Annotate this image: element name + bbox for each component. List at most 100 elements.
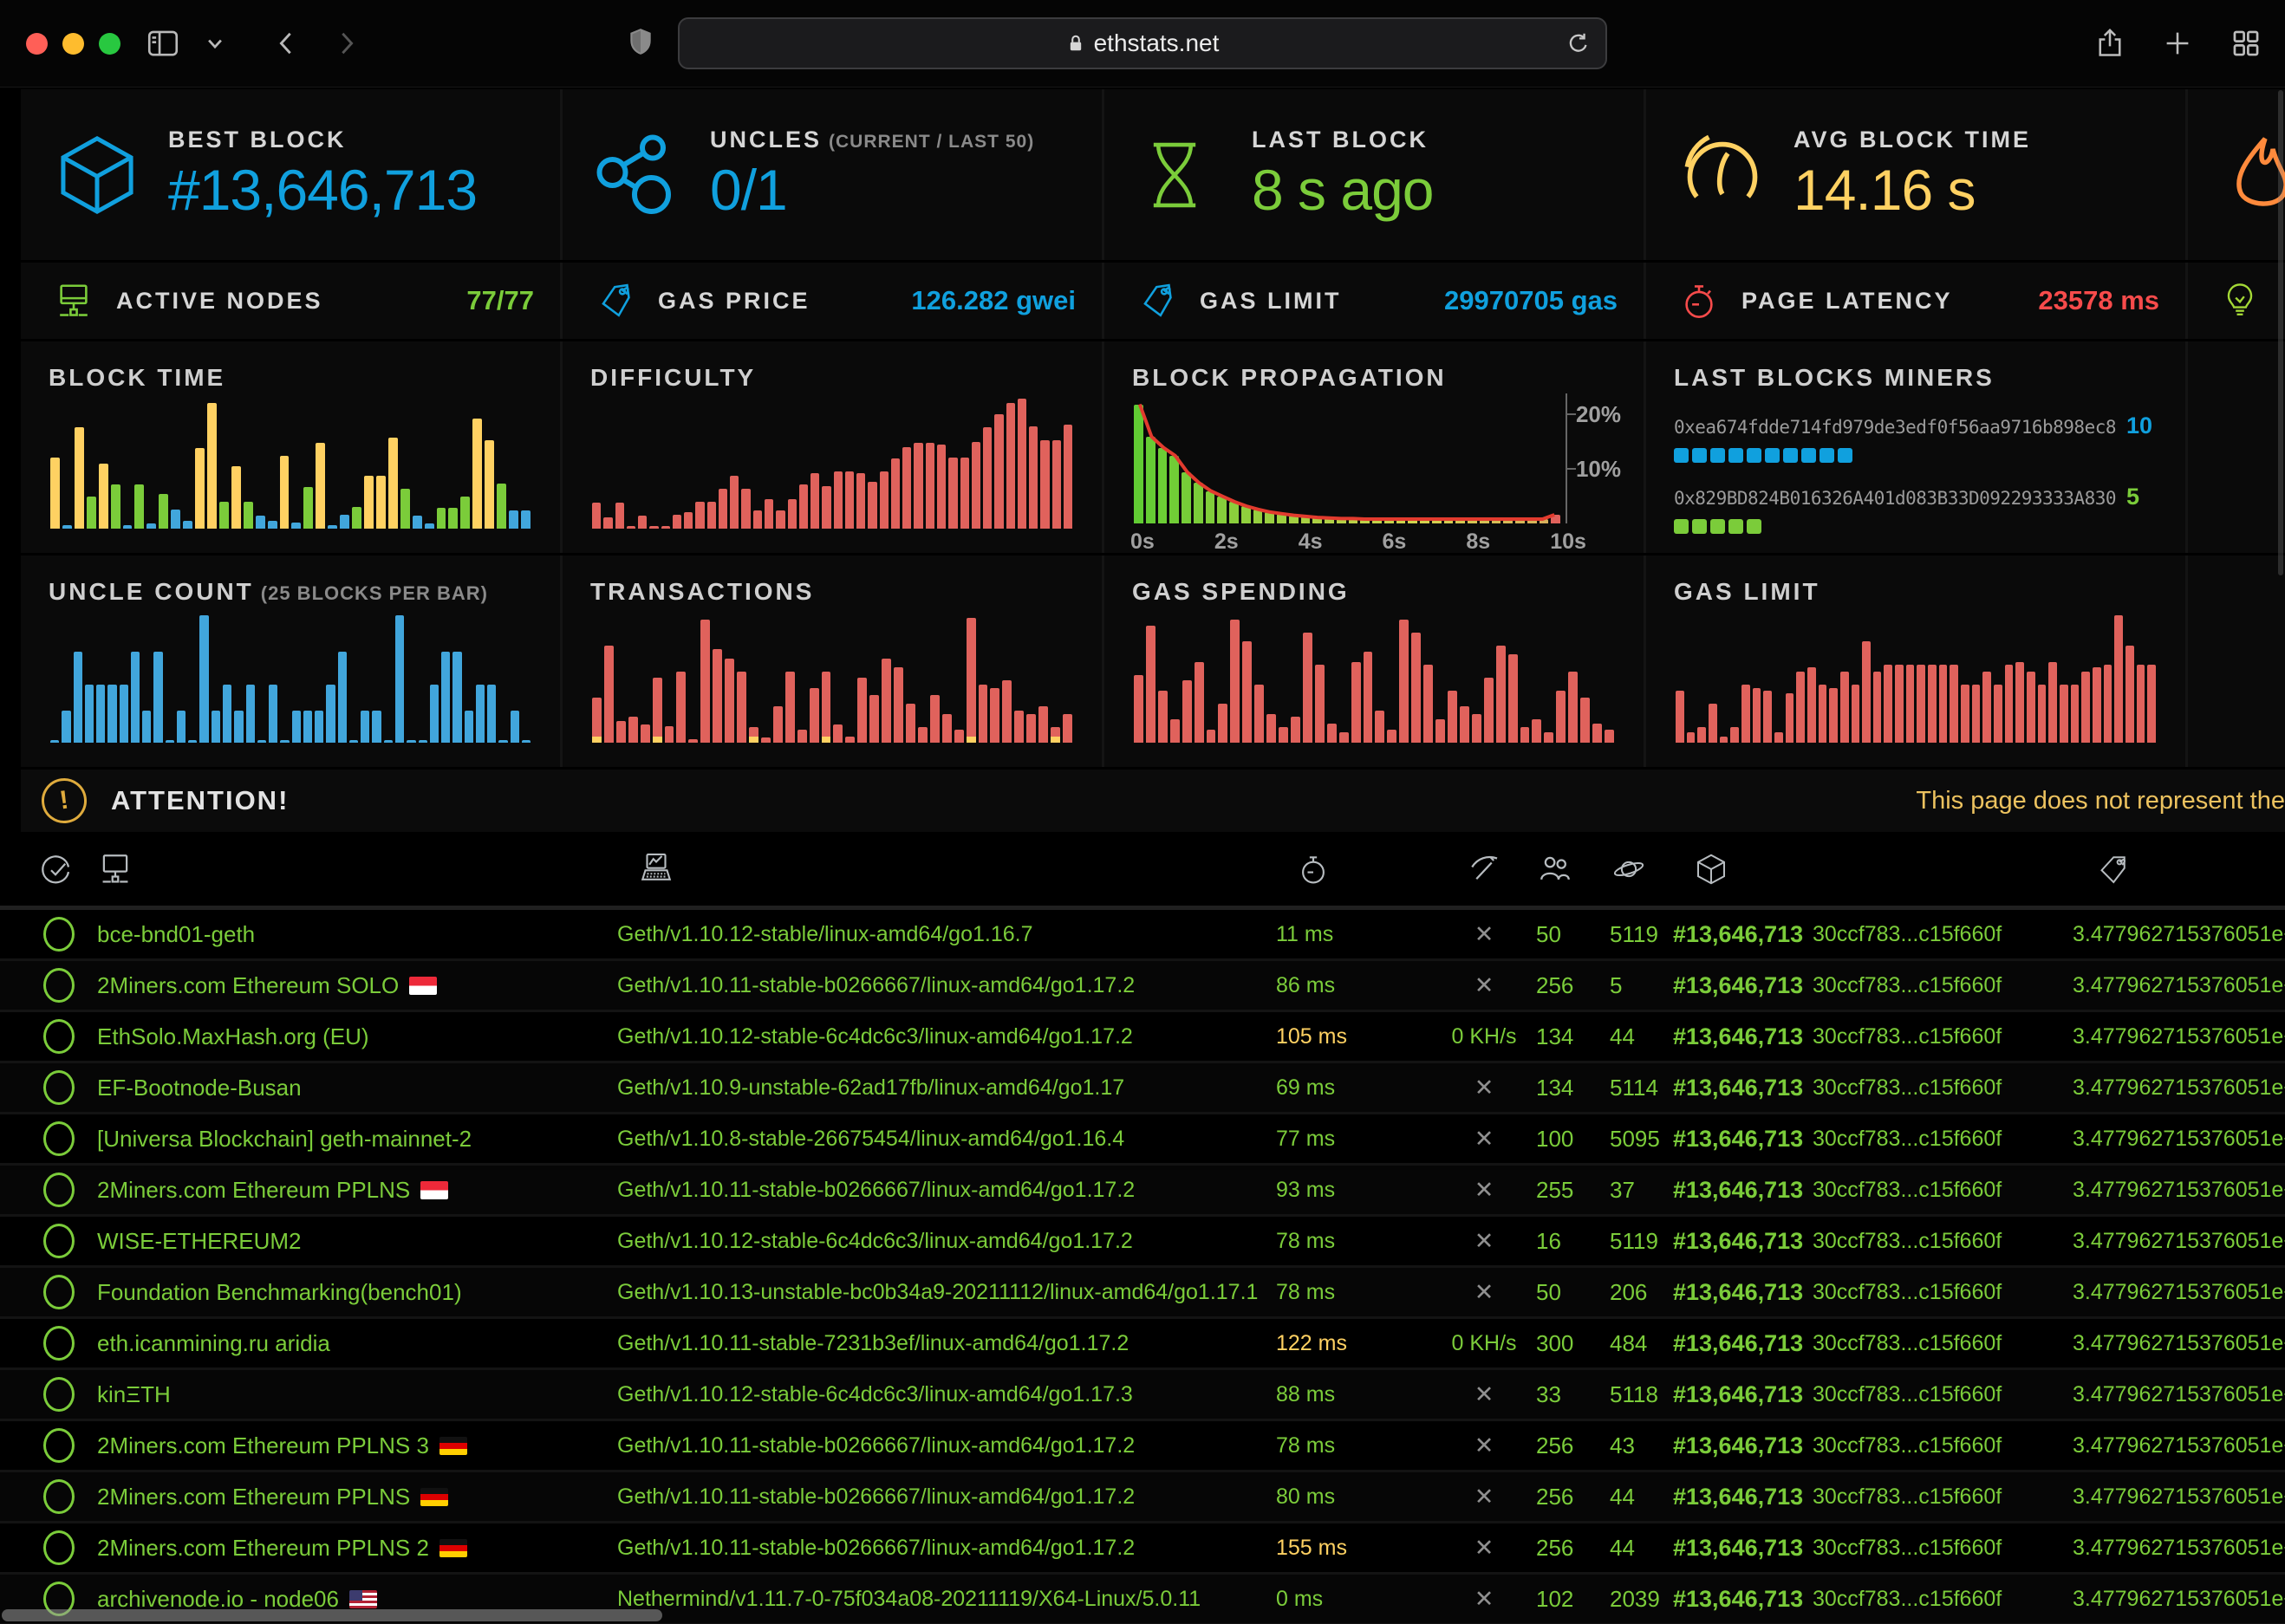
node-peers: 100 — [1536, 1126, 1610, 1153]
node-block: #13,646,713 — [1673, 1484, 1813, 1510]
stopwatch-icon — [1679, 279, 1719, 322]
difficulty-panel: DIFFICULTY — [563, 341, 1102, 553]
node-peers: 256 — [1536, 1484, 1610, 1510]
chart-bar — [1580, 698, 1590, 744]
stopwatch-icon — [1297, 851, 1330, 887]
chart-bar — [1254, 685, 1264, 744]
mining-off-icon: ✕ — [1475, 1535, 1494, 1562]
node-mining: ✕ — [1432, 1535, 1536, 1562]
node-mining: 0 KH/s — [1432, 1024, 1536, 1049]
chart-bar — [1730, 727, 1739, 743]
maximize-button[interactable] — [99, 33, 120, 55]
chart-bar — [1387, 730, 1396, 743]
chart-bar — [2114, 615, 2123, 743]
gas-limit-chart — [1676, 613, 2156, 743]
header-pending-col — [1610, 852, 1673, 887]
chart-bar — [856, 473, 865, 529]
chart-bar — [441, 652, 450, 743]
new-tab-button[interactable] — [2162, 28, 2193, 59]
node-name: kinΞTH — [97, 1381, 617, 1408]
sidebar-toggle-button[interactable] — [145, 25, 181, 62]
chart-bar — [303, 711, 312, 744]
back-button[interactable] — [273, 26, 299, 61]
chart-bar — [1266, 714, 1276, 743]
last-block-card: LAST BLOCK 8 s ago — [1104, 89, 1644, 260]
chart-bar — [1303, 633, 1312, 744]
reload-button[interactable] — [1566, 28, 1592, 59]
node-client: Geth/v1.10.12-stable-6c4dc6c3/linux-amd6… — [617, 1024, 1276, 1049]
table-row: 2Miners.com Ethereum PPLNSGeth/v1.10.11-… — [0, 1472, 2285, 1523]
mined-block-square — [1692, 448, 1707, 463]
chart-bar — [361, 711, 369, 744]
table-row: [Universa Blockchain] geth-mainnet-2Geth… — [0, 1114, 2285, 1166]
stat-label: PAGE LATENCY — [1741, 288, 1953, 315]
node-pending: 2039 — [1610, 1586, 1673, 1613]
mined-block-square — [1747, 519, 1761, 534]
chart-bar — [616, 721, 626, 744]
share-button[interactable] — [2094, 25, 2126, 62]
chart-bar — [649, 526, 658, 529]
minimize-button[interactable] — [62, 33, 84, 55]
chart-bar — [880, 471, 889, 529]
chart-bar — [1170, 719, 1180, 743]
table-row: kinΞTHGeth/v1.10.12-stable-6c4dc6c3/linu… — [0, 1370, 2285, 1421]
chart-bar — [592, 698, 602, 744]
node-client: Geth/v1.10.11-stable-b0266667/linux-amd6… — [617, 1536, 1276, 1561]
miner-blocks-squares — [1674, 448, 2158, 463]
map-panel-cut — [2188, 341, 2285, 553]
tab-overview-button[interactable] — [2230, 27, 2262, 60]
table-row: EthSolo.MaxHash.org (EU)Geth/v1.10.12-st… — [0, 1012, 2285, 1063]
chart-bar — [1375, 711, 1384, 744]
miner-blocks-squares — [1674, 519, 2158, 534]
window-controls — [26, 33, 120, 55]
forward-button[interactable] — [334, 26, 360, 61]
avg-block-time-card: AVG BLOCK TIME 14.16 s — [1646, 89, 2185, 260]
node-block: #13,646,713 — [1673, 972, 1813, 999]
chart-bar — [1520, 727, 1530, 743]
chart-bar — [87, 497, 96, 529]
panel-title: GAS SPENDING — [1132, 578, 1616, 606]
chart-bar — [1279, 727, 1288, 743]
close-button[interactable] — [26, 33, 48, 55]
chart-bar — [1327, 724, 1337, 744]
chart-bar — [868, 482, 876, 529]
node-icon — [97, 849, 133, 889]
node-client: Geth/v1.10.11-stable-b0266667/linux-amd6… — [617, 1178, 1276, 1203]
chart-bar — [869, 695, 879, 744]
mined-block-square — [1728, 519, 1743, 534]
node-status — [0, 1070, 97, 1105]
chart-bar — [1182, 680, 1192, 743]
tag-icon — [1137, 279, 1177, 322]
hashrate-card-cut — [2188, 89, 2285, 260]
node-difficulty: 3.477962715376051e+2 — [2073, 1229, 2285, 1254]
chart-bar — [280, 740, 289, 743]
chart-bar — [171, 510, 180, 529]
node-hash: 30ccf783...c15f660f — [1813, 1178, 2073, 1203]
chart-bar — [882, 659, 891, 744]
chart-bar — [153, 652, 162, 743]
mining-off-icon: ✕ — [1475, 1177, 1494, 1204]
mined-block-square — [1765, 448, 1780, 463]
address-bar[interactable]: ethstats.net — [678, 17, 1607, 69]
chart-bar — [349, 740, 358, 743]
chart-bar — [476, 685, 485, 744]
stat-label: AVG BLOCK TIME — [1793, 127, 2031, 153]
chart-bar — [183, 521, 192, 529]
block-propagation-panel: BLOCK PROPAGATION 20%10%0s2s4s6s8s10s — [1104, 341, 1644, 553]
chart-bar — [244, 502, 253, 529]
table-row: 2Miners.com Ethereum SOLOGeth/v1.10.11-s… — [0, 961, 2285, 1012]
sidebar-chevron-button[interactable] — [205, 34, 225, 53]
cube-icon — [54, 127, 156, 223]
vertical-scrollbar[interactable] — [2278, 90, 2283, 575]
privacy-shield-button[interactable] — [626, 23, 655, 61]
chart-bar — [695, 502, 704, 529]
node-difficulty: 3.477962715376051e+2 — [2073, 1127, 2285, 1152]
stat-label: LAST BLOCK — [1252, 127, 1429, 153]
horizontal-scrollbar[interactable] — [2, 1609, 662, 1621]
chart-bar — [195, 448, 205, 529]
chart-bar — [1786, 693, 1794, 743]
chart-bar — [1460, 706, 1469, 743]
chart-bar — [676, 672, 686, 744]
check-circle-icon — [38, 850, 73, 888]
status-ring-icon — [43, 1224, 75, 1258]
